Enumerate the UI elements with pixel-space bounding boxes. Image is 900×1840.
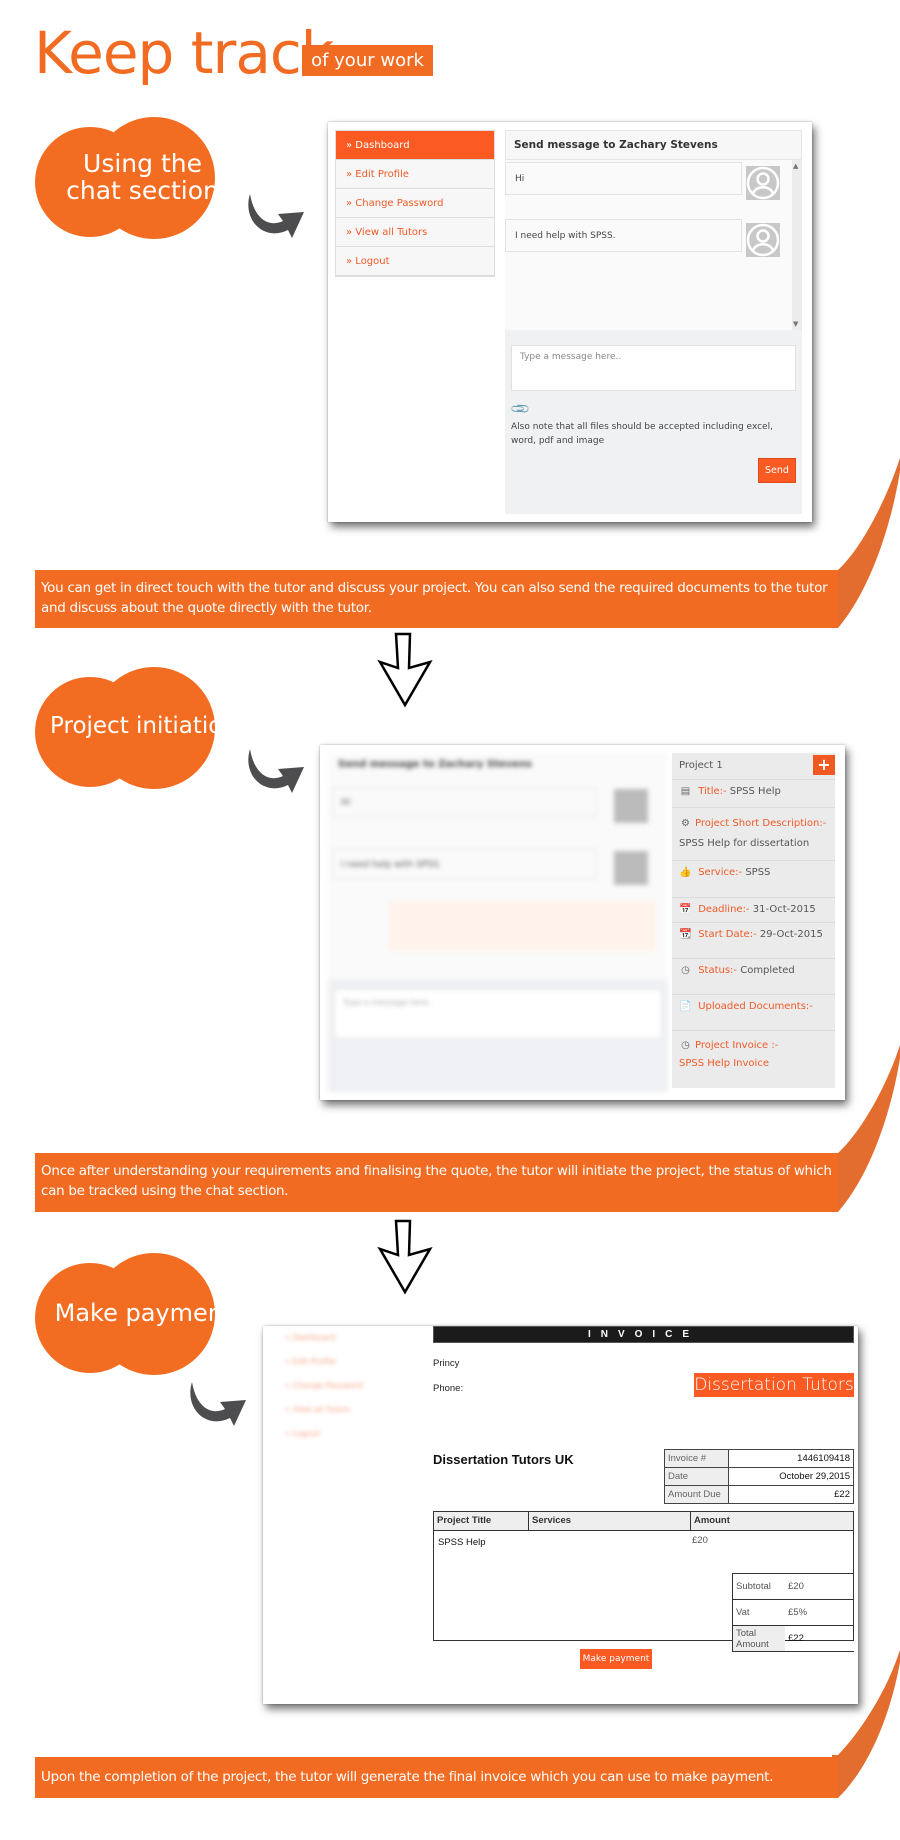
- chat-scrollbar[interactable]: ▲ ▼: [792, 160, 802, 330]
- section-label-line1: Using the: [83, 148, 202, 178]
- blurred-input: Type a message here..: [334, 989, 662, 1039]
- file-note: Also note that all files should be accep…: [511, 422, 773, 446]
- chat-message: I need help with SPSS.: [505, 219, 742, 252]
- item-title: SPSS Help: [438, 1537, 486, 1548]
- banner-tail: [832, 1650, 900, 1798]
- calendar-icon: 📅: [679, 904, 692, 915]
- customer-name: Princy: [433, 1358, 460, 1369]
- project-name: Project 1: [679, 760, 723, 771]
- table-row: Total Amount £22: [732, 1625, 854, 1652]
- project-screenshot: Send message to Zachary Stevens Hi I nee…: [320, 745, 845, 1100]
- scroll-up-icon[interactable]: ▲: [793, 162, 798, 170]
- invoice-meta-table: Invoice #1446109418 Date October 29,2015 …: [664, 1449, 854, 1504]
- banner-tail: [832, 458, 900, 628]
- blurred-chat-header: Send message to Zachary Stevens: [338, 759, 533, 770]
- project-details: Project 1 + ▤ Title:- SPSS Help ⚙ Project…: [672, 753, 835, 1088]
- section-label-line2: chat section: [66, 176, 219, 205]
- thumbs-up-icon: 👍: [679, 867, 692, 878]
- project-title-row: ▤ Title:- SPSS Help: [672, 780, 835, 808]
- column-header: Project Title: [434, 1512, 529, 1530]
- clock-icon: ◷: [681, 965, 690, 976]
- project-deadline-row: 📅 Deadline:- 31-Oct-2015: [672, 898, 835, 923]
- column-header: Services: [529, 1512, 691, 1530]
- gear-icon: ⚙: [681, 818, 690, 829]
- table-row: Date October 29,2015: [664, 1467, 854, 1486]
- title-badge: of your work: [302, 45, 433, 76]
- invoice: INVOICE Princy Phone: Dissertation Tutor…: [433, 1326, 854, 1704]
- project-documents-row: 📄 Uploaded Documents:-: [672, 995, 835, 1031]
- avatar-icon: [746, 166, 780, 200]
- blurred-system-message: [388, 901, 656, 951]
- invoice-items: Project Title Services Amount SPSS Help …: [433, 1511, 854, 1652]
- avatar-icon: [746, 223, 780, 257]
- down-arrow-icon: [377, 632, 433, 708]
- down-arrow-icon: [377, 1219, 433, 1295]
- caption-banner: Upon the completion of the project, the …: [35, 1757, 838, 1798]
- paperclip-icon[interactable]: 📎: [510, 398, 532, 420]
- avatar-icon: [614, 789, 648, 823]
- avatar-icon: [614, 851, 648, 885]
- sidebar-item-change-password[interactable]: » Change Password: [336, 189, 494, 218]
- project-description-row: ⚙ Project Short Description:- SPSS Help f…: [672, 808, 835, 861]
- sidebar-menu: » Dashboard » Edit Profile » Change Pass…: [335, 130, 495, 277]
- curved-arrow-icon: [190, 1382, 246, 1426]
- company-logo: Dissertation Tutors: [694, 1373, 854, 1397]
- table-row: Invoice #1446109418: [664, 1449, 854, 1468]
- curved-arrow-icon: [248, 194, 304, 238]
- company-name: Dissertation Tutors UK: [433, 1452, 574, 1467]
- sidebar-item-dashboard[interactable]: » Dashboard: [336, 131, 494, 160]
- add-project-button[interactable]: +: [813, 755, 835, 775]
- items-header: Project Title Services Amount: [434, 1512, 853, 1531]
- document-list-icon: ▤: [680, 786, 691, 797]
- chat-messages: Hi I need help with SPSS. ▲ ▼: [505, 160, 802, 330]
- caption-banner: You can get in direct touch with the tut…: [35, 570, 838, 628]
- table-row: Subtotal £20: [732, 1573, 854, 1600]
- chat-screenshot: » Dashboard » Edit Profile » Change Pass…: [328, 122, 812, 522]
- message-input[interactable]: Type a message here..: [511, 345, 796, 391]
- page-title: Keep track: [34, 19, 334, 87]
- table-row: Vat £5%: [732, 1599, 854, 1626]
- chat-header: Send message to Zachary Stevens: [505, 130, 802, 160]
- section-label-text: Project initiation: [50, 713, 237, 740]
- item-amount: £20: [692, 1535, 708, 1546]
- project-start-row: 📆 Start Date:- 29-Oct-2015: [672, 923, 835, 959]
- sidebar-item-logout[interactable]: » Logout: [336, 247, 494, 276]
- section-label-payment: Make payment: [35, 1253, 250, 1375]
- chat-panel: Send message to Zachary Stevens Hi I nee…: [505, 130, 802, 514]
- totals-table: Subtotal £20 Vat £5% Total Amount £22: [732, 1573, 854, 1652]
- invoice-link[interactable]: SPSS Help Invoice: [679, 1058, 769, 1069]
- caption-banner: Once after understanding your requiremen…: [35, 1153, 838, 1212]
- column-header: Amount: [694, 1515, 730, 1526]
- blurred-chat: Send message to Zachary Stevens Hi I nee…: [328, 753, 668, 1092]
- sidebar-item-edit-profile[interactable]: » Edit Profile: [336, 160, 494, 189]
- table-row: Amount Due £22: [664, 1485, 854, 1504]
- blurred-sidebar: » Dashboard » Edit Profile » Change Pass…: [285, 1333, 363, 1438]
- project-header: Project 1 +: [672, 753, 835, 780]
- invoice-screenshot: » Dashboard » Edit Profile » Change Pass…: [263, 1326, 858, 1704]
- sidebar-item-view-tutors[interactable]: » View all Tutors: [336, 218, 494, 247]
- scroll-down-icon[interactable]: ▼: [793, 320, 798, 328]
- make-payment-button[interactable]: Make payment: [580, 1649, 652, 1669]
- project-service-row: 👍 Service:- SPSS: [672, 861, 835, 898]
- section-label-project: Project initiation: [35, 667, 250, 789]
- file-icon: 📄: [679, 1001, 692, 1012]
- blurred-message: I need help with SPSS.: [332, 849, 597, 879]
- calendar-icon: 📆: [679, 929, 692, 940]
- blurred-message: Hi: [332, 787, 597, 817]
- customer-phone: Phone:: [433, 1383, 464, 1394]
- section-label-text: Make payment: [54, 1298, 233, 1327]
- send-button[interactable]: Send: [758, 458, 796, 483]
- chat-message: Hi: [505, 162, 742, 195]
- project-invoice-row: ◷ Project Invoice :- SPSS Help Invoice: [672, 1031, 835, 1079]
- clock-icon: ◷: [681, 1040, 690, 1051]
- project-status-row: ◷ Status:- Completed: [672, 959, 835, 995]
- section-label-chat: Using the chat section: [35, 117, 250, 239]
- banner-tail: [832, 1045, 900, 1212]
- invoice-title: INVOICE: [433, 1326, 854, 1343]
